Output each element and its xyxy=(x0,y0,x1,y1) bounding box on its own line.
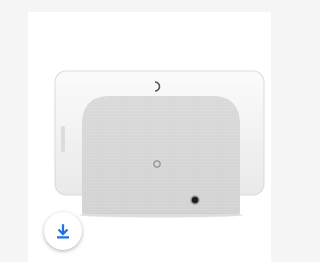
download-icon xyxy=(57,224,69,239)
power-port-icon xyxy=(190,195,200,205)
page xyxy=(0,0,271,262)
side-slot xyxy=(61,126,65,152)
download-button[interactable] xyxy=(44,212,82,250)
product-image xyxy=(54,70,265,218)
